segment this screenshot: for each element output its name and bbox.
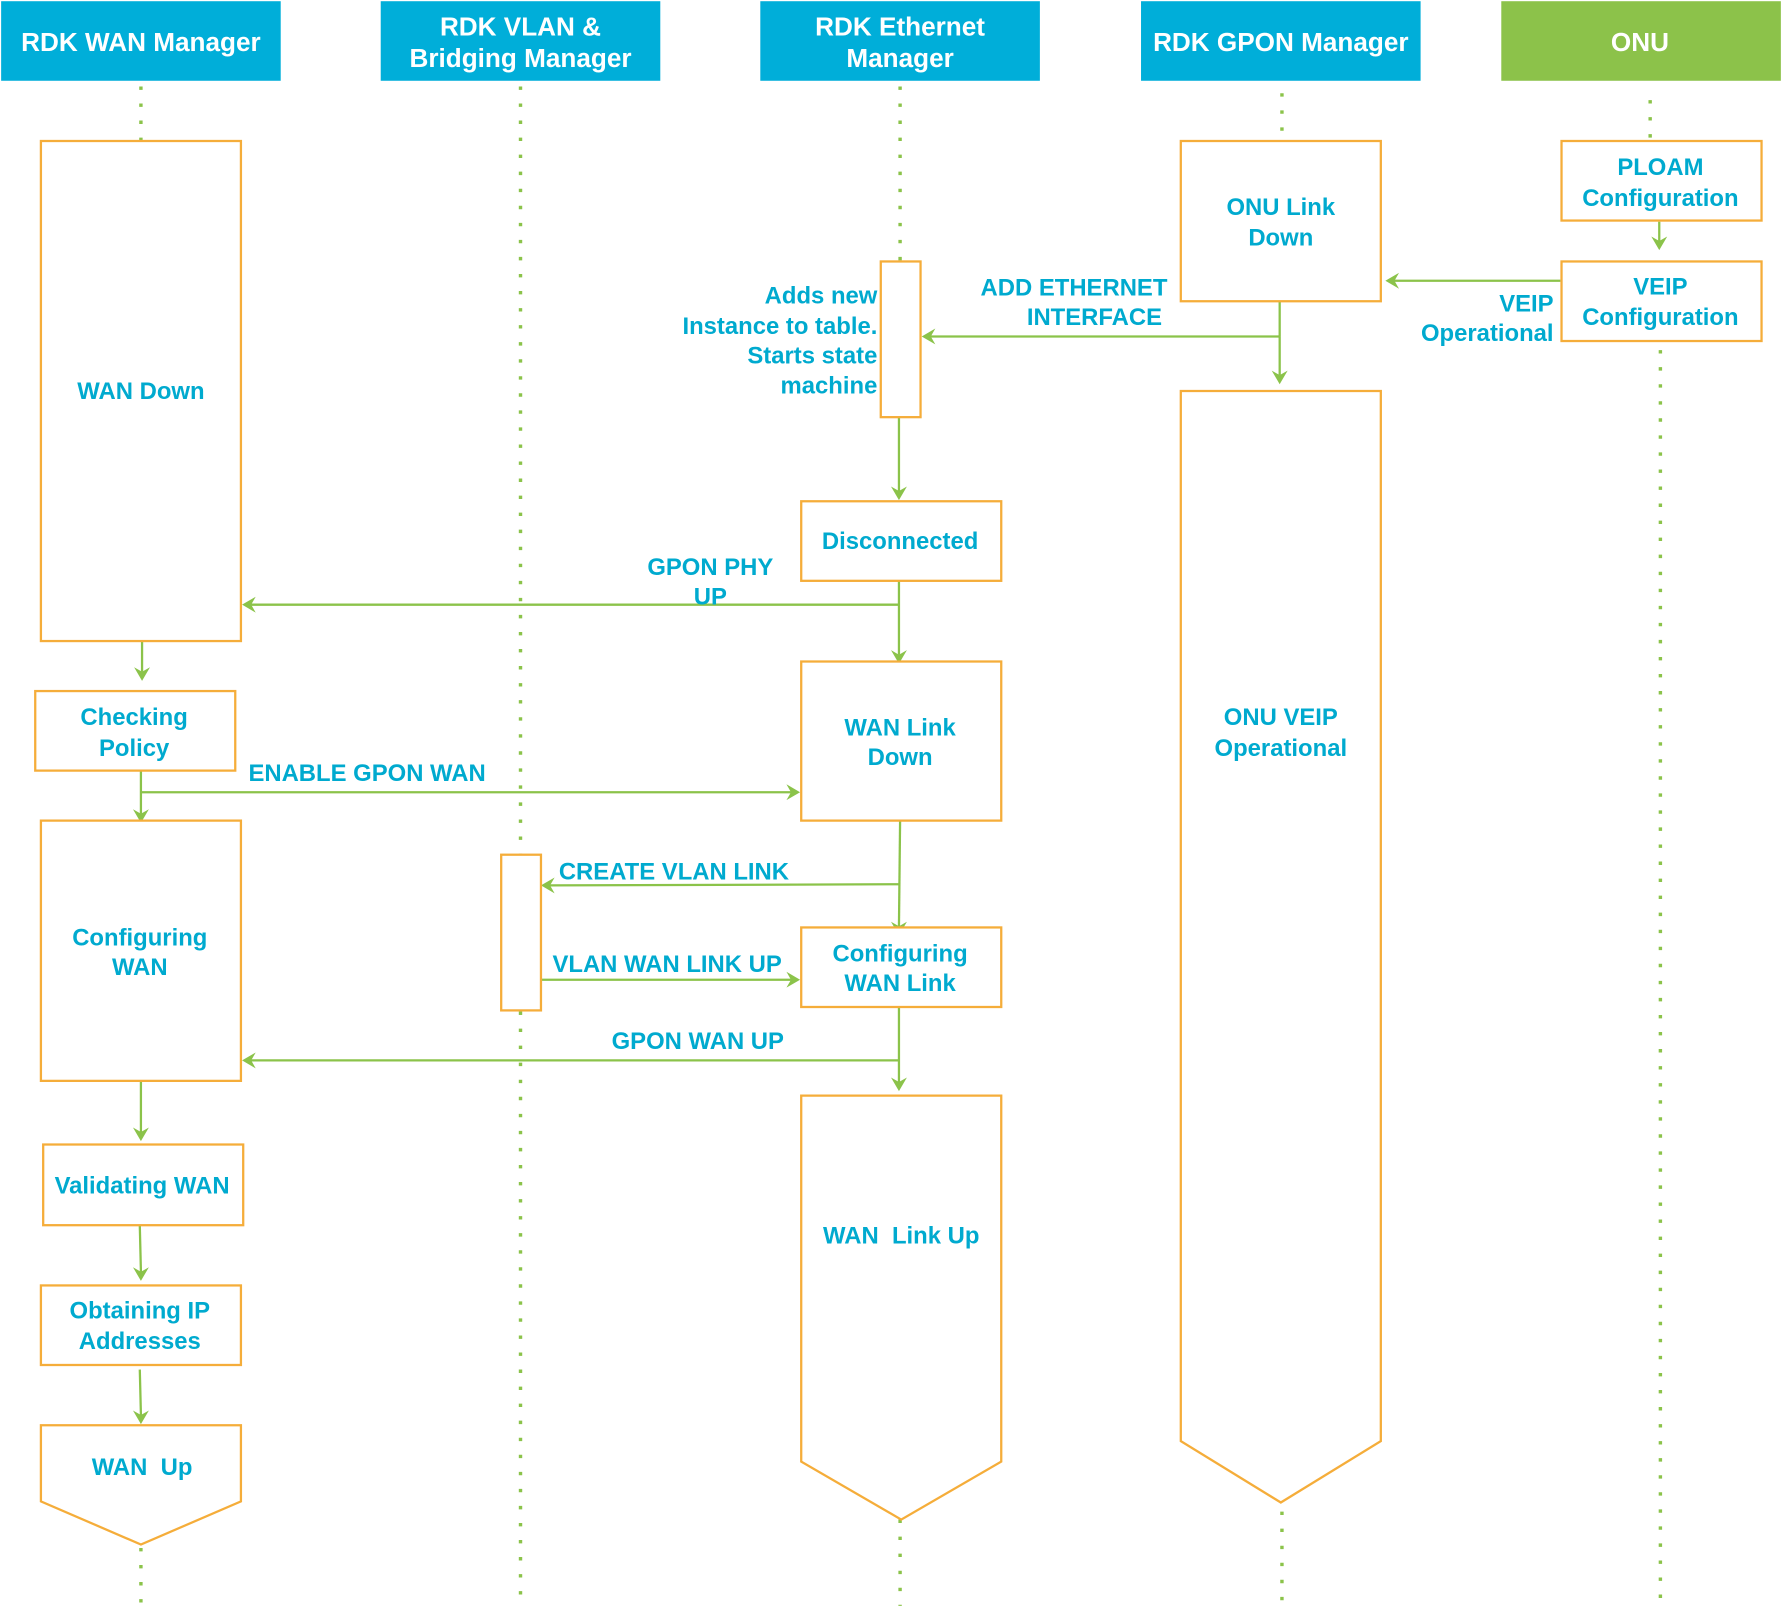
label-add-ethernet-interface: ADD ETHERNET INTERFACE — [981, 275, 1168, 332]
state-wan-link-up — [800, 1094, 1003, 1521]
state-wan-down-label: WAN Down — [77, 378, 204, 405]
label-gpon-phy-up: GPON PHY UP — [647, 554, 773, 611]
arrow-to-wan-up — [138, 1369, 143, 1416]
label-vlan-wan-link-up: VLAN WAN LINK UP — [552, 951, 781, 978]
arrow-to-obtaining-ip — [138, 1225, 143, 1272]
arrow-to-configuring-wan-link — [897, 820, 902, 927]
state-onu-veip-operational — [1179, 389, 1382, 1504]
header-onu-label: ONU — [1611, 27, 1669, 57]
header-vlan-label: RDK VLAN & Bridging Manager — [409, 11, 631, 73]
label-adds-new-instance: Adds new Instance to table. Starts state ma… — [682, 283, 877, 400]
vlan-activation-bar — [500, 853, 543, 1012]
state-wan-link-up-label: WAN Link Up — [823, 1222, 979, 1249]
label-create-vlan-link: CREATE VLAN LINK — [559, 859, 790, 886]
label-gpon-wan-up: GPON WAN UP — [612, 1028, 784, 1055]
state-disconnected-label: Disconnected — [822, 528, 978, 555]
state-wan-up — [39, 1424, 243, 1546]
sequence-diagram: RDK WAN Manager RDK VLAN & Bridging Manag… — [1, 1, 1781, 1606]
header-wan-label: RDK WAN Manager — [21, 27, 261, 57]
state-validating-wan-label: Validating WAN — [55, 1172, 230, 1199]
state-boxes: WAN Down Checking Policy Configuring WAN V… — [34, 139, 1763, 1546]
state-wan-up-label: WAN Up — [92, 1454, 193, 1481]
state-onu-link-down — [1179, 139, 1382, 303]
ethernet-activation-bar — [879, 260, 922, 419]
label-enable-gpon-wan: ENABLE GPON WAN — [248, 760, 485, 787]
lane-headers: RDK WAN Manager RDK VLAN & Bridging Manag… — [1, 1, 1781, 81]
label-veip-operational: VEIP Operational — [1421, 290, 1554, 347]
header-gpon-label: RDK GPON Manager — [1153, 27, 1408, 57]
